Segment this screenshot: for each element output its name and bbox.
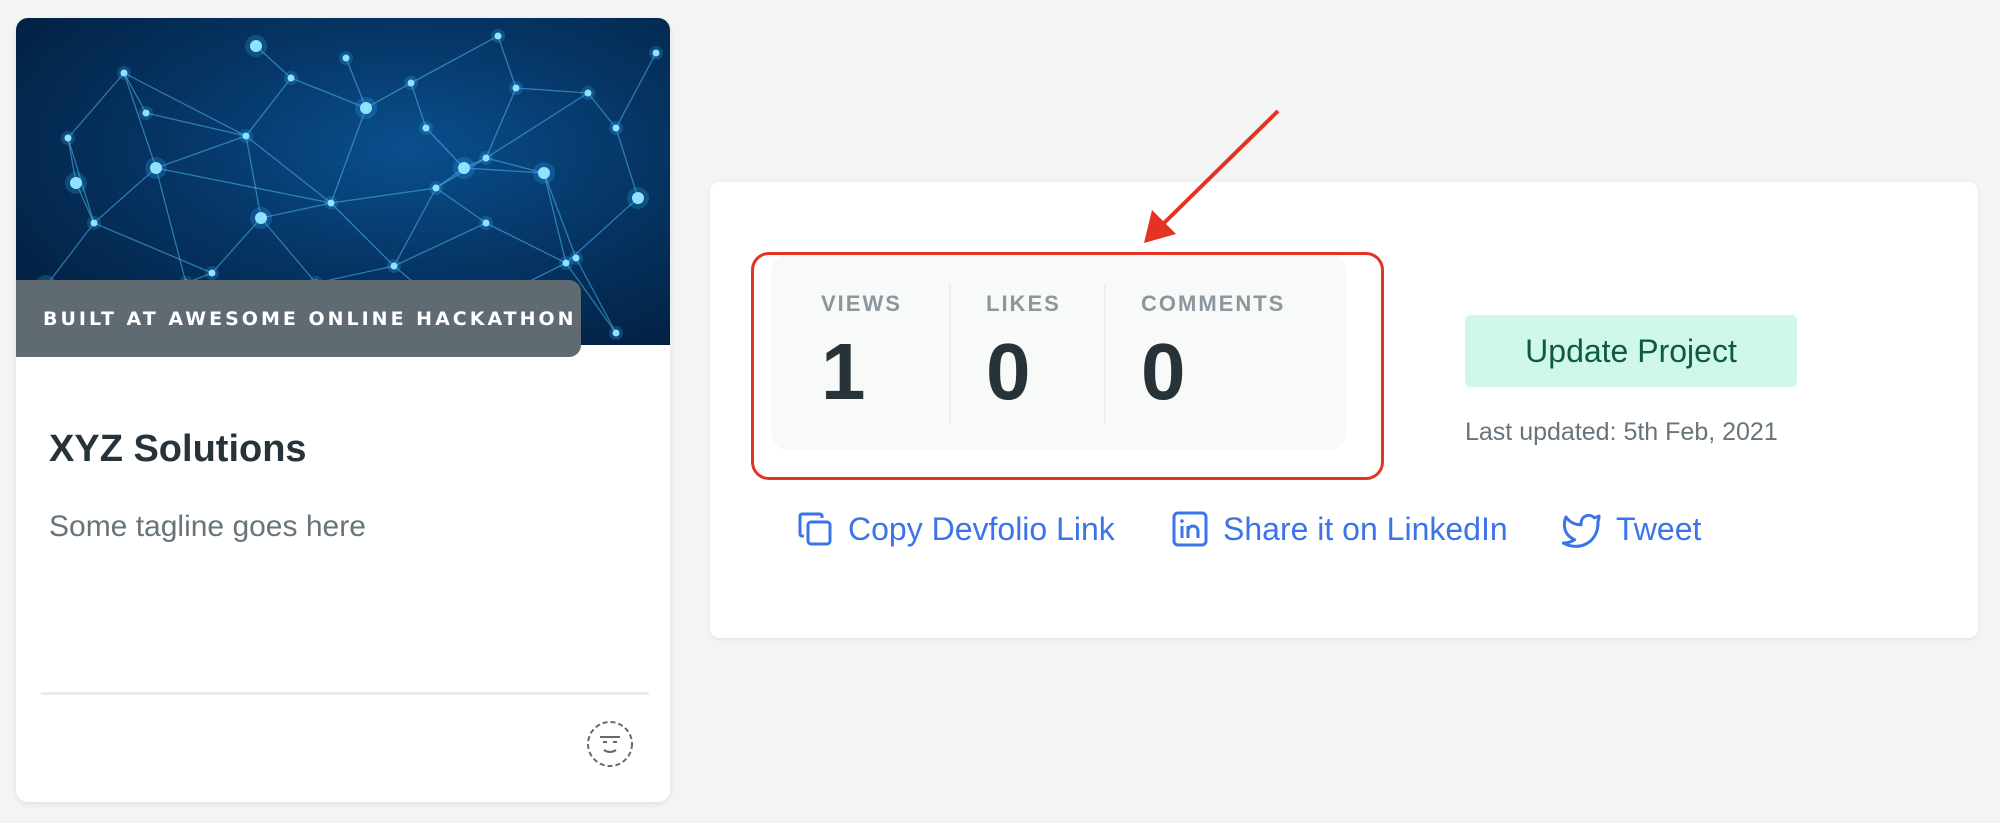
network-node (250, 40, 262, 52)
network-node (584, 89, 592, 97)
network-node (612, 329, 620, 337)
linkedin-label: Share it on LinkedIn (1223, 510, 1508, 547)
network-edge (245, 77, 292, 137)
project-card[interactable]: BUILT AT AWESOME ONLINE HACKATHON XYZ So… (16, 18, 670, 802)
update-project-button[interactable]: Update Project (1465, 315, 1797, 387)
network-edge (145, 112, 247, 137)
network-node (70, 177, 82, 189)
network-node (632, 192, 644, 204)
network-edge (575, 257, 617, 334)
copy-link-label: Copy Devfolio Link (848, 510, 1115, 547)
network-edge (93, 222, 213, 274)
stats-highlight-annotation (751, 252, 1384, 480)
network-edge (155, 167, 332, 204)
network-edge (67, 72, 125, 139)
network-node (432, 184, 440, 192)
last-updated-text: Last updated: 5th Feb, 2021 (1465, 418, 1778, 446)
network-node (538, 167, 550, 179)
network-edge (155, 167, 187, 284)
network-edge (245, 135, 262, 219)
network-edge (410, 82, 427, 129)
tweet-label: Tweet (1616, 510, 1702, 547)
network-node (287, 74, 295, 82)
network-edge (211, 217, 262, 274)
network-edge (290, 77, 367, 109)
network-edge (543, 172, 577, 259)
network-edge (393, 187, 437, 267)
network-edge (393, 222, 487, 267)
network-node (482, 219, 490, 227)
network-node (90, 219, 98, 227)
network-edge (155, 135, 247, 169)
network-node (327, 199, 335, 207)
network-edge (485, 87, 517, 159)
network-edge (615, 52, 657, 129)
hackathon-badge[interactable]: BUILT AT AWESOME ONLINE HACKATHON (16, 280, 581, 357)
network-edge (515, 87, 589, 94)
network-node (150, 162, 162, 174)
network-node (390, 262, 398, 270)
network-node (482, 154, 490, 162)
network-node (208, 269, 216, 277)
network-node (407, 79, 415, 87)
copy-icon (798, 512, 832, 546)
network-edge (330, 107, 367, 204)
network-node (242, 132, 250, 140)
card-divider (41, 692, 649, 695)
network-edge (615, 127, 639, 199)
network-node (422, 124, 430, 132)
share-linkedin-link[interactable]: Share it on LinkedIn (1171, 504, 1508, 554)
network-node (612, 124, 620, 132)
network-edge (485, 222, 567, 264)
copy-devfolio-link[interactable]: Copy Devfolio Link (796, 504, 1115, 554)
tweet-link[interactable]: Tweet (1562, 504, 1701, 554)
network-edge (543, 172, 567, 264)
network-node (342, 54, 350, 62)
network-node (572, 254, 580, 262)
project-stats-panel: VIEWS 1 LIKES 0 COMMENTS 0 Update Projec… (710, 109, 1978, 638)
network-edge (330, 187, 437, 204)
linkedin-icon (1172, 511, 1208, 547)
network-edge (435, 187, 487, 224)
network-edge (410, 35, 499, 84)
project-title[interactable]: XYZ Solutions (49, 428, 307, 471)
network-edge (485, 92, 589, 159)
network-node (360, 102, 372, 114)
red-arrow-annotation (1144, 109, 1280, 243)
network-edge (260, 217, 317, 284)
network-edge (245, 135, 332, 204)
twitter-icon (1562, 513, 1601, 548)
network-edge (330, 202, 395, 267)
network-node (458, 162, 470, 174)
network-node (255, 212, 267, 224)
network-node (64, 134, 72, 142)
network-node (142, 109, 150, 117)
network-node (562, 259, 570, 267)
network-node (494, 32, 502, 40)
network-edge (45, 222, 95, 287)
project-tagline: Some tagline goes here (49, 510, 366, 543)
network-node (512, 84, 520, 92)
network-node (120, 69, 128, 77)
user-avatar-icon[interactable] (586, 720, 634, 768)
network-edge (93, 167, 157, 224)
network-edge (497, 35, 517, 89)
network-node (652, 49, 660, 57)
